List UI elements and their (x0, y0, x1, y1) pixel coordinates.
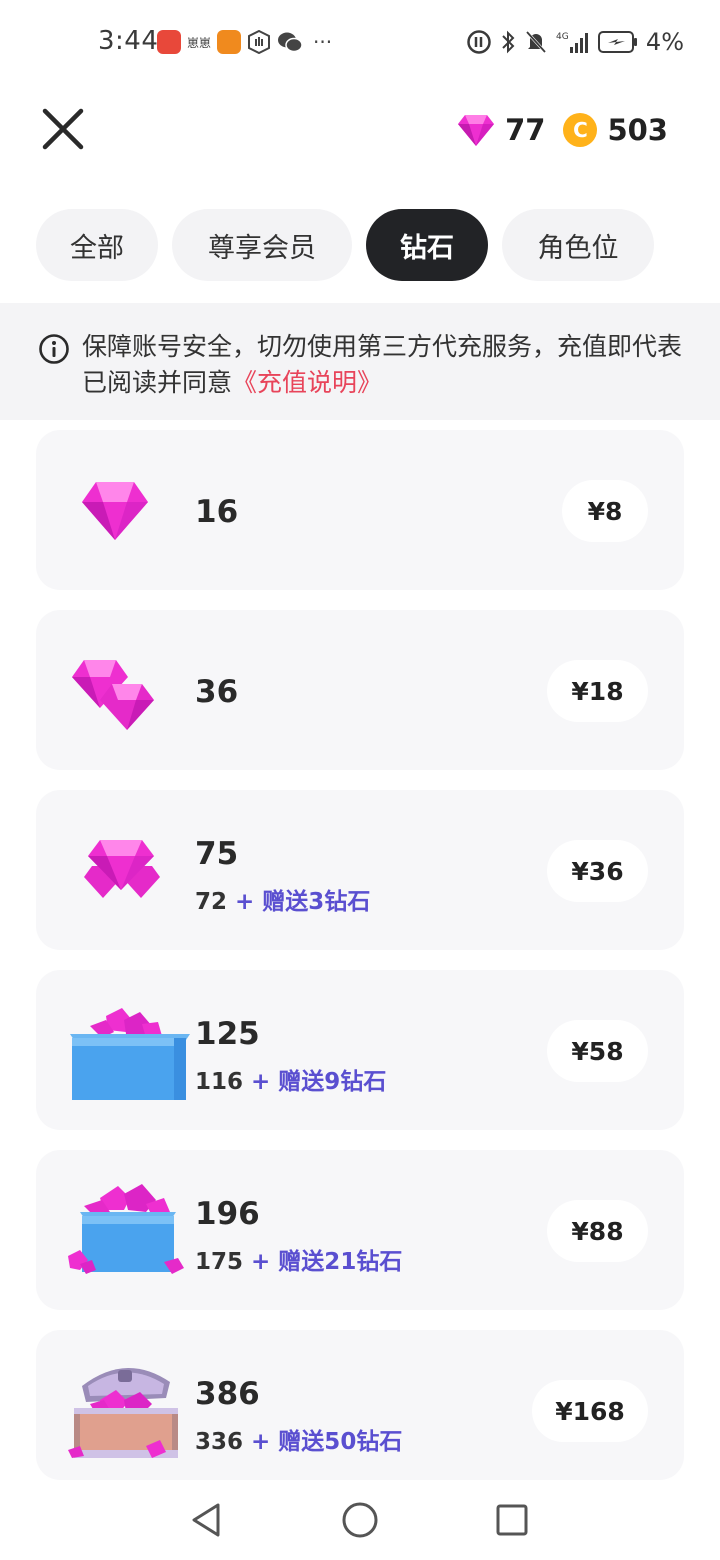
bonus-breakdown: 175 + 赠送21钻石 (195, 1242, 402, 1276)
bonus-amount: + 赠送3钻石 (235, 889, 371, 915)
single-diamond-icon (82, 482, 148, 540)
close-icon (42, 108, 84, 150)
price-button[interactable]: ¥8 (562, 480, 648, 542)
mute-bell-icon (525, 30, 547, 54)
tab-diamonds[interactable]: 钻石 (366, 209, 488, 281)
security-notice: 保障账号安全，切勿使用第三方代充服务，充值即代表已阅读并同意《充值说明》 (0, 303, 720, 420)
diamond-balance: 77 (505, 113, 546, 147)
base-amount: 72 (195, 889, 228, 915)
diamond-icon (458, 115, 495, 146)
tab-premium-member[interactable]: 尊享会员 (172, 209, 352, 281)
home-circle-icon (342, 1502, 378, 1538)
back-button[interactable] (186, 1500, 226, 1540)
bonus-breakdown: 336 + 赠送50钻石 (195, 1422, 402, 1456)
diamond-amount: 125 (195, 1016, 260, 1052)
tab-all[interactable]: 全部 (36, 209, 158, 281)
diamond-amount: 75 (195, 836, 239, 872)
treasure-chest-icon (68, 1367, 178, 1458)
tab-character-slot[interactable]: 角色位 (502, 209, 654, 281)
more-notifications-icon: ··· (313, 30, 333, 54)
diamond-amount: 386 (195, 1376, 260, 1412)
two-diamonds-icon (72, 660, 154, 730)
info-icon (39, 334, 69, 364)
diamond-amount: 36 (195, 674, 239, 710)
recents-button[interactable] (492, 1500, 532, 1540)
coin-balance: 503 (607, 113, 668, 147)
diamond-box-icon (70, 1008, 190, 1100)
price-button[interactable]: ¥18 (547, 660, 648, 722)
diamond-amount: 16 (195, 494, 239, 530)
data-saver-icon (467, 30, 491, 54)
diamond-cluster-icon (84, 840, 160, 898)
bonus-amount: + 赠送50钻石 (251, 1429, 403, 1455)
base-amount: 175 (195, 1249, 244, 1275)
system-navigation-bar (0, 1480, 720, 1560)
close-button[interactable] (38, 104, 88, 154)
diamond-package-card[interactable]: 36 ¥18 (36, 610, 684, 770)
diamond-package-card[interactable]: 386 336 + 赠送50钻石 ¥168 (36, 1330, 684, 1480)
base-amount: 116 (195, 1069, 244, 1095)
signal-icon: 4G (556, 32, 588, 53)
diamond-package-card[interactable]: 16 ¥8 (36, 430, 684, 590)
battery-icon (597, 31, 637, 53)
battery-percent: 4% (645, 28, 684, 56)
diamond-package-card[interactable]: 125 116 + 赠送9钻石 ¥58 (36, 970, 684, 1130)
diamond-package-card[interactable]: 196 175 + 赠送21钻石 ¥88 (36, 1150, 684, 1310)
video-app-icon (217, 30, 242, 54)
status-time: 3:44 (98, 26, 159, 56)
balance-display: 77 C 503 (457, 108, 668, 152)
category-tabs: 全部 尊享会员 钻石 角色位 (36, 209, 654, 281)
coin-icon: C (563, 113, 598, 147)
system-indicators: 4G 4% (466, 28, 684, 56)
base-amount: 336 (195, 1429, 244, 1455)
wechat-icon (278, 32, 303, 53)
back-triangle-icon (192, 1503, 220, 1537)
status-bar: 3:44 崽崽 ··· 4G 4% (0, 0, 720, 84)
bonus-breakdown: 116 + 赠送9钻石 (195, 1062, 386, 1096)
diamond-package-card[interactable]: 75 72 + 赠送3钻石 ¥36 (36, 790, 684, 950)
app-notification-label: 崽崽 (187, 35, 212, 50)
hand-icon (248, 30, 271, 54)
bonus-amount: + 赠送21钻石 (251, 1249, 403, 1275)
shopping-app-icon (157, 30, 181, 54)
svg-text:4G: 4G (556, 32, 569, 42)
recents-square-icon (496, 1504, 528, 1536)
diamond-box-overflow-icon (68, 1184, 184, 1274)
bluetooth-icon (502, 30, 515, 54)
bonus-breakdown: 72 + 赠送3钻石 (195, 882, 370, 916)
home-button[interactable] (340, 1500, 380, 1540)
diamond-amount: 196 (195, 1196, 260, 1232)
notice-text: 保障账号安全，切勿使用第三方代充服务，充值即代表已阅读并同意《充值说明》 (82, 329, 682, 401)
price-button[interactable]: ¥58 (547, 1020, 648, 1082)
bonus-amount: + 赠送9钻石 (251, 1069, 387, 1095)
notification-icons: 崽崽 ··· (157, 30, 332, 54)
price-button[interactable]: ¥168 (532, 1380, 648, 1442)
recharge-terms-link[interactable]: 《充值说明》 (232, 368, 382, 397)
price-button[interactable]: ¥88 (547, 1200, 648, 1262)
price-button[interactable]: ¥36 (547, 840, 648, 902)
